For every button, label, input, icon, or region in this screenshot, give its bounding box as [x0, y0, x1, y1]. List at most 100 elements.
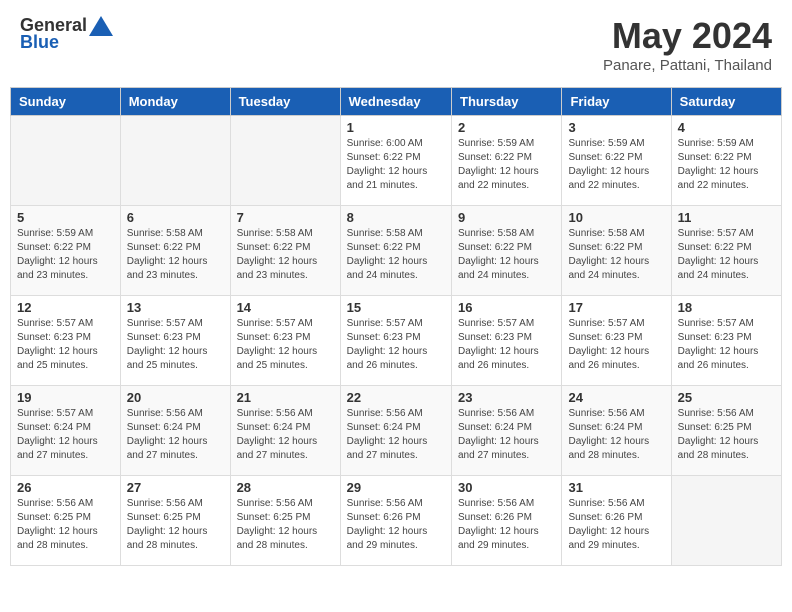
day-info: Sunrise: 5:56 AM Sunset: 6:25 PM Dayligh… — [678, 407, 775, 463]
day-info: Sunrise: 5:56 AM Sunset: 6:25 PM Dayligh… — [237, 497, 334, 553]
day-info: Sunrise: 5:56 AM Sunset: 6:24 PM Dayligh… — [237, 407, 334, 463]
day-info: Sunrise: 5:57 AM Sunset: 6:23 PM Dayligh… — [678, 317, 775, 373]
day-number: 9 — [458, 210, 555, 225]
location-text: Panare, Pattani, Thailand — [603, 57, 772, 74]
logo-icon — [89, 16, 113, 36]
weekday-header-saturday: Saturday — [671, 88, 781, 116]
day-info: Sunrise: 5:56 AM Sunset: 6:25 PM Dayligh… — [17, 497, 114, 553]
calendar-cell — [230, 116, 340, 206]
calendar-cell: 4Sunrise: 5:59 AM Sunset: 6:22 PM Daylig… — [671, 116, 781, 206]
day-info: Sunrise: 5:59 AM Sunset: 6:22 PM Dayligh… — [17, 227, 114, 283]
calendar-cell: 13 Sunrise: 5:57 AM Sunset: 6:23 PM Dayli… — [120, 296, 230, 386]
day-number: 14 — [237, 300, 334, 315]
weekday-header-friday: Friday — [562, 88, 671, 116]
weekday-header-sunday: Sunday — [11, 88, 121, 116]
calendar-week-4: 19 Sunrise: 5:57 AM Sunset: 6:24 PM Dayli… — [11, 386, 782, 476]
calendar-cell: 16Sunrise: 5:57 AM Sunset: 6:23 PM Dayli… — [452, 296, 562, 386]
weekday-header-wednesday: Wednesday — [340, 88, 451, 116]
day-info: Sunrise: 5:59 AM Sunset: 6:22 PM Dayligh… — [568, 137, 664, 193]
calendar-cell: 15 Sunrise: 5:57 AM Sunset: 6:23 PM Dayli… — [340, 296, 451, 386]
day-info: Sunrise: 5:58 AM Sunset: 6:22 PM Dayligh… — [458, 227, 555, 283]
calendar-cell: 19 Sunrise: 5:57 AM Sunset: 6:24 PM Dayli… — [11, 386, 121, 476]
calendar-cell: 8Sunrise: 5:58 AM Sunset: 6:22 PM Daylig… — [340, 206, 451, 296]
day-number: 23 — [458, 390, 555, 405]
calendar-cell: 22 Sunrise: 5:56 AM Sunset: 6:24 PM Dayli… — [340, 386, 451, 476]
day-number: 29 — [347, 480, 445, 495]
day-info: Sunrise: 5:57 AM Sunset: 6:22 PM Dayligh… — [678, 227, 775, 283]
calendar-cell: 10Sunrise: 5:58 AM Sunset: 6:22 PM Dayli… — [562, 206, 671, 296]
calendar-cell: 17 Sunrise: 5:57 AM Sunset: 6:23 PM Dayli… — [562, 296, 671, 386]
day-number: 12 — [17, 300, 114, 315]
day-number: 6 — [127, 210, 224, 225]
calendar-body: 1 Sunrise: 6:00 AM Sunset: 6:22 PM Daylig… — [11, 116, 782, 566]
month-title: May 2024 — [603, 15, 772, 57]
day-info: Sunrise: 5:57 AM Sunset: 6:23 PM Dayligh… — [458, 317, 555, 373]
calendar-cell: 1 Sunrise: 6:00 AM Sunset: 6:22 PM Daylig… — [340, 116, 451, 206]
day-info: Sunrise: 5:58 AM Sunset: 6:22 PM Dayligh… — [127, 227, 224, 283]
day-number: 27 — [127, 480, 224, 495]
calendar-cell: 3 Sunrise: 5:59 AM Sunset: 6:22 PM Daylig… — [562, 116, 671, 206]
weekday-header-monday: Monday — [120, 88, 230, 116]
day-info: Sunrise: 5:58 AM Sunset: 6:22 PM Dayligh… — [568, 227, 664, 283]
calendar-cell: 20 Sunrise: 5:56 AM Sunset: 6:24 PM Dayli… — [120, 386, 230, 476]
day-info: Sunrise: 5:57 AM Sunset: 6:24 PM Dayligh… — [17, 407, 114, 463]
calendar-week-3: 12 Sunrise: 5:57 AM Sunset: 6:23 PM Dayli… — [11, 296, 782, 386]
day-number: 2 — [458, 120, 555, 135]
day-info: Sunrise: 5:56 AM Sunset: 6:24 PM Dayligh… — [458, 407, 555, 463]
day-number: 13 — [127, 300, 224, 315]
day-info: Sunrise: 5:57 AM Sunset: 6:23 PM Dayligh… — [568, 317, 664, 373]
day-info: Sunrise: 5:56 AM Sunset: 6:26 PM Dayligh… — [458, 497, 555, 553]
day-info: Sunrise: 5:59 AM Sunset: 6:22 PM Dayligh… — [678, 137, 775, 193]
calendar-cell: 28 Sunrise: 5:56 AM Sunset: 6:25 PM Dayli… — [230, 476, 340, 566]
day-number: 17 — [568, 300, 664, 315]
day-number: 20 — [127, 390, 224, 405]
calendar-week-5: 26 Sunrise: 5:56 AM Sunset: 6:25 PM Dayli… — [11, 476, 782, 566]
day-info: Sunrise: 5:58 AM Sunset: 6:22 PM Dayligh… — [347, 227, 445, 283]
day-number: 24 — [568, 390, 664, 405]
day-info: Sunrise: 5:59 AM Sunset: 6:22 PM Dayligh… — [458, 137, 555, 193]
weekday-header-thursday: Thursday — [452, 88, 562, 116]
calendar-cell: 21Sunrise: 5:56 AM Sunset: 6:24 PM Dayli… — [230, 386, 340, 476]
calendar-cell: 12 Sunrise: 5:57 AM Sunset: 6:23 PM Dayli… — [11, 296, 121, 386]
day-info: Sunrise: 5:56 AM Sunset: 6:24 PM Dayligh… — [347, 407, 445, 463]
day-number: 1 — [347, 120, 445, 135]
calendar-cell: 11 Sunrise: 5:57 AM Sunset: 6:22 PM Dayli… — [671, 206, 781, 296]
day-info: Sunrise: 5:56 AM Sunset: 6:26 PM Dayligh… — [347, 497, 445, 553]
day-info: Sunrise: 5:57 AM Sunset: 6:23 PM Dayligh… — [237, 317, 334, 373]
day-info: Sunrise: 6:00 AM Sunset: 6:22 PM Dayligh… — [347, 137, 445, 193]
calendar-cell: 31 Sunrise: 5:56 AM Sunset: 6:26 PM Dayli… — [562, 476, 671, 566]
day-number: 31 — [568, 480, 664, 495]
calendar-cell: 5 Sunrise: 5:59 AM Sunset: 6:22 PM Daylig… — [11, 206, 121, 296]
calendar-cell: 24Sunrise: 5:56 AM Sunset: 6:24 PM Dayli… — [562, 386, 671, 476]
calendar-cell: 18 Sunrise: 5:57 AM Sunset: 6:23 PM Dayli… — [671, 296, 781, 386]
calendar-cell: 14 Sunrise: 5:57 AM Sunset: 6:23 PM Dayli… — [230, 296, 340, 386]
calendar-table: SundayMondayTuesdayWednesdayThursdayFrid… — [10, 87, 782, 566]
day-info: Sunrise: 5:57 AM Sunset: 6:23 PM Dayligh… — [17, 317, 114, 373]
day-number: 7 — [237, 210, 334, 225]
day-info: Sunrise: 5:56 AM Sunset: 6:25 PM Dayligh… — [127, 497, 224, 553]
day-info: Sunrise: 5:57 AM Sunset: 6:23 PM Dayligh… — [127, 317, 224, 373]
day-number: 5 — [17, 210, 114, 225]
calendar-cell — [671, 476, 781, 566]
calendar-cell: 2 Sunrise: 5:59 AM Sunset: 6:22 PM Daylig… — [452, 116, 562, 206]
day-number: 22 — [347, 390, 445, 405]
calendar-cell: 29 Sunrise: 5:56 AM Sunset: 6:26 PM Dayli… — [340, 476, 451, 566]
day-number: 3 — [568, 120, 664, 135]
calendar-week-1: 1 Sunrise: 6:00 AM Sunset: 6:22 PM Daylig… — [11, 116, 782, 206]
day-number: 28 — [237, 480, 334, 495]
calendar-cell: 7Sunrise: 5:58 AM Sunset: 6:22 PM Daylig… — [230, 206, 340, 296]
day-number: 18 — [678, 300, 775, 315]
day-info: Sunrise: 5:56 AM Sunset: 6:26 PM Dayligh… — [568, 497, 664, 553]
day-info: Sunrise: 5:57 AM Sunset: 6:23 PM Dayligh… — [347, 317, 445, 373]
day-info: Sunrise: 5:56 AM Sunset: 6:24 PM Dayligh… — [127, 407, 224, 463]
calendar-cell: 30 Sunrise: 5:56 AM Sunset: 6:26 PM Dayli… — [452, 476, 562, 566]
day-number: 26 — [17, 480, 114, 495]
day-number: 15 — [347, 300, 445, 315]
day-number: 11 — [678, 210, 775, 225]
calendar-header-row: SundayMondayTuesdayWednesdayThursdayFrid… — [11, 88, 782, 116]
day-number: 30 — [458, 480, 555, 495]
title-section: May 2024 Panare, Pattani, Thailand — [603, 15, 772, 74]
calendar-week-2: 5 Sunrise: 5:59 AM Sunset: 6:22 PM Daylig… — [11, 206, 782, 296]
day-number: 19 — [17, 390, 114, 405]
logo-blue-text: Blue — [20, 32, 59, 53]
